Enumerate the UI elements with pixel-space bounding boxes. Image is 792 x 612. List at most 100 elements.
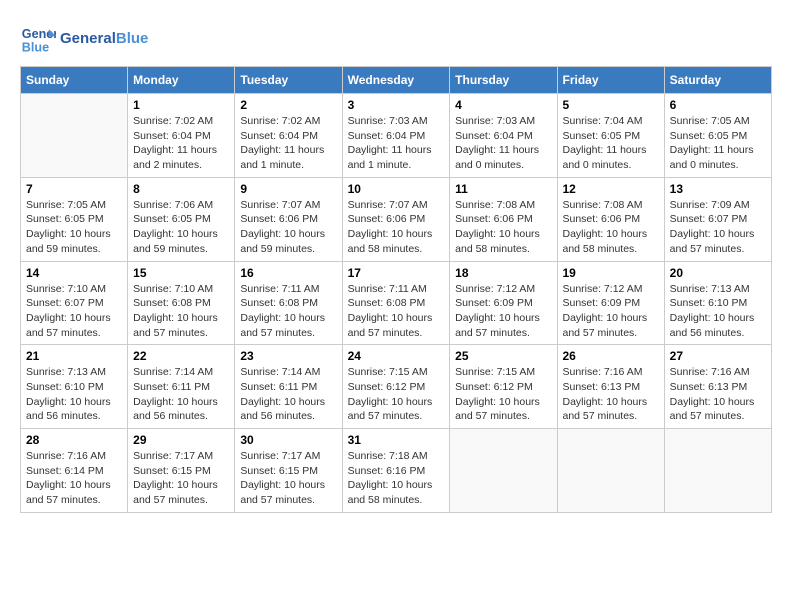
- day-number: 28: [26, 433, 122, 447]
- day-info: Sunrise: 7:12 AMSunset: 6:09 PMDaylight:…: [455, 282, 551, 341]
- day-info: Sunrise: 7:15 AMSunset: 6:12 PMDaylight:…: [348, 365, 445, 424]
- calendar-cell: 15 Sunrise: 7:10 AMSunset: 6:08 PMDayligh…: [128, 261, 235, 345]
- calendar-cell: 27 Sunrise: 7:16 AMSunset: 6:13 PMDayligh…: [664, 345, 771, 429]
- day-info: Sunrise: 7:13 AMSunset: 6:10 PMDaylight:…: [26, 365, 122, 424]
- calendar-cell: [557, 429, 664, 513]
- calendar-cell: 19 Sunrise: 7:12 AMSunset: 6:09 PMDayligh…: [557, 261, 664, 345]
- day-number: 15: [133, 266, 229, 280]
- day-info: Sunrise: 7:03 AMSunset: 6:04 PMDaylight:…: [348, 114, 445, 173]
- calendar-cell: 14 Sunrise: 7:10 AMSunset: 6:07 PMDayligh…: [21, 261, 128, 345]
- day-number: 11: [455, 182, 551, 196]
- calendar-cell: 24 Sunrise: 7:15 AMSunset: 6:12 PMDayligh…: [342, 345, 450, 429]
- calendar-table: SundayMondayTuesdayWednesdayThursdayFrid…: [20, 66, 772, 513]
- day-number: 13: [670, 182, 766, 196]
- logo-text: GeneralBlue: [60, 30, 148, 47]
- calendar-cell: 26Sunrise: 7:16 AMSunset: 6:13 PMDayligh…: [557, 345, 664, 429]
- calendar-cell: [21, 94, 128, 178]
- calendar-cell: 20 Sunrise: 7:13 AMSunset: 6:10 PMDayligh…: [664, 261, 771, 345]
- weekday-header-tuesday: Tuesday: [235, 67, 342, 94]
- day-number: 27: [670, 349, 766, 363]
- day-number: 19: [563, 266, 659, 280]
- day-info: Sunrise: 7:04 AMSunset: 6:05 PMDaylight:…: [563, 114, 659, 173]
- day-info: Sunrise: 7:10 AMSunset: 6:08 PMDaylight:…: [133, 282, 229, 341]
- calendar-cell: 22Sunrise: 7:14 AMSunset: 6:11 PMDayligh…: [128, 345, 235, 429]
- logo-icon: General Blue: [20, 20, 56, 56]
- calendar-cell: [450, 429, 557, 513]
- weekday-header-saturday: Saturday: [664, 67, 771, 94]
- day-info: Sunrise: 7:07 AMSunset: 6:06 PMDaylight:…: [240, 198, 336, 257]
- day-info: Sunrise: 7:06 AMSunset: 6:05 PMDaylight:…: [133, 198, 229, 257]
- day-info: Sunrise: 7:02 AMSunset: 6:04 PMDaylight:…: [240, 114, 336, 173]
- week-row-4: 21 Sunrise: 7:13 AMSunset: 6:10 PMDayligh…: [21, 345, 772, 429]
- day-number: 21: [26, 349, 122, 363]
- day-info: Sunrise: 7:05 AMSunset: 6:05 PMDaylight:…: [670, 114, 766, 173]
- day-info: Sunrise: 7:16 AMSunset: 6:13 PMDaylight:…: [563, 365, 659, 424]
- day-number: 14: [26, 266, 122, 280]
- day-info: Sunrise: 7:11 AMSunset: 6:08 PMDaylight:…: [240, 282, 336, 341]
- day-info: Sunrise: 7:03 AMSunset: 6:04 PMDaylight:…: [455, 114, 551, 173]
- day-info: Sunrise: 7:15 AMSunset: 6:12 PMDaylight:…: [455, 365, 551, 424]
- day-info: Sunrise: 7:12 AMSunset: 6:09 PMDaylight:…: [563, 282, 659, 341]
- day-info: Sunrise: 7:17 AMSunset: 6:15 PMDaylight:…: [240, 449, 336, 508]
- day-info: Sunrise: 7:02 AMSunset: 6:04 PMDaylight:…: [133, 114, 229, 173]
- calendar-cell: 17 Sunrise: 7:11 AMSunset: 6:08 PMDayligh…: [342, 261, 450, 345]
- day-number: 1: [133, 98, 229, 112]
- calendar-cell: 28 Sunrise: 7:16 AMSunset: 6:14 PMDayligh…: [21, 429, 128, 513]
- day-info: Sunrise: 7:13 AMSunset: 6:10 PMDaylight:…: [670, 282, 766, 341]
- day-number: 3: [348, 98, 445, 112]
- week-row-1: 1 Sunrise: 7:02 AMSunset: 6:04 PMDaylight…: [21, 94, 772, 178]
- day-info: Sunrise: 7:14 AMSunset: 6:11 PMDaylight:…: [240, 365, 336, 424]
- calendar-cell: 1 Sunrise: 7:02 AMSunset: 6:04 PMDaylight…: [128, 94, 235, 178]
- day-number: 8: [133, 182, 229, 196]
- day-info: Sunrise: 7:07 AMSunset: 6:06 PMDaylight:…: [348, 198, 445, 257]
- calendar-cell: 6Sunrise: 7:05 AMSunset: 6:05 PMDaylight…: [664, 94, 771, 178]
- day-number: 31: [348, 433, 445, 447]
- week-row-3: 14 Sunrise: 7:10 AMSunset: 6:07 PMDayligh…: [21, 261, 772, 345]
- page-header: General Blue GeneralBlue: [20, 20, 772, 56]
- day-number: 29: [133, 433, 229, 447]
- day-number: 5: [563, 98, 659, 112]
- week-row-5: 28 Sunrise: 7:16 AMSunset: 6:14 PMDayligh…: [21, 429, 772, 513]
- day-info: Sunrise: 7:18 AMSunset: 6:16 PMDaylight:…: [348, 449, 445, 508]
- day-number: 7: [26, 182, 122, 196]
- day-number: 24: [348, 349, 445, 363]
- day-info: Sunrise: 7:16 AMSunset: 6:14 PMDaylight:…: [26, 449, 122, 508]
- day-number: 30: [240, 433, 336, 447]
- weekday-header-monday: Monday: [128, 67, 235, 94]
- day-number: 16: [240, 266, 336, 280]
- calendar-cell: [664, 429, 771, 513]
- calendar-cell: 3 Sunrise: 7:03 AMSunset: 6:04 PMDaylight…: [342, 94, 450, 178]
- calendar-cell: 12Sunrise: 7:08 AMSunset: 6:06 PMDayligh…: [557, 177, 664, 261]
- calendar-cell: 30 Sunrise: 7:17 AMSunset: 6:15 PMDayligh…: [235, 429, 342, 513]
- calendar-cell: 13Sunrise: 7:09 AMSunset: 6:07 PMDayligh…: [664, 177, 771, 261]
- calendar-cell: 31 Sunrise: 7:18 AMSunset: 6:16 PMDayligh…: [342, 429, 450, 513]
- logo: General Blue GeneralBlue: [20, 20, 148, 56]
- calendar-cell: 29 Sunrise: 7:17 AMSunset: 6:15 PMDayligh…: [128, 429, 235, 513]
- day-number: 23: [240, 349, 336, 363]
- weekday-header-thursday: Thursday: [450, 67, 557, 94]
- calendar-cell: 7Sunrise: 7:05 AMSunset: 6:05 PMDaylight…: [21, 177, 128, 261]
- weekday-header-sunday: Sunday: [21, 67, 128, 94]
- week-row-2: 7Sunrise: 7:05 AMSunset: 6:05 PMDaylight…: [21, 177, 772, 261]
- day-info: Sunrise: 7:16 AMSunset: 6:13 PMDaylight:…: [670, 365, 766, 424]
- calendar-cell: 16 Sunrise: 7:11 AMSunset: 6:08 PMDayligh…: [235, 261, 342, 345]
- day-info: Sunrise: 7:14 AMSunset: 6:11 PMDaylight:…: [133, 365, 229, 424]
- calendar-cell: 10Sunrise: 7:07 AMSunset: 6:06 PMDayligh…: [342, 177, 450, 261]
- svg-text:Blue: Blue: [22, 41, 49, 55]
- weekday-header-friday: Friday: [557, 67, 664, 94]
- day-number: 9: [240, 182, 336, 196]
- day-info: Sunrise: 7:10 AMSunset: 6:07 PMDaylight:…: [26, 282, 122, 341]
- day-number: 18: [455, 266, 551, 280]
- calendar-cell: 18 Sunrise: 7:12 AMSunset: 6:09 PMDayligh…: [450, 261, 557, 345]
- day-info: Sunrise: 7:17 AMSunset: 6:15 PMDaylight:…: [133, 449, 229, 508]
- calendar-cell: 4Sunrise: 7:03 AMSunset: 6:04 PMDaylight…: [450, 94, 557, 178]
- day-info: Sunrise: 7:11 AMSunset: 6:08 PMDaylight:…: [348, 282, 445, 341]
- calendar-cell: 21 Sunrise: 7:13 AMSunset: 6:10 PMDayligh…: [21, 345, 128, 429]
- day-number: 12: [563, 182, 659, 196]
- calendar-cell: 23 Sunrise: 7:14 AMSunset: 6:11 PMDayligh…: [235, 345, 342, 429]
- weekday-header-row: SundayMondayTuesdayWednesdayThursdayFrid…: [21, 67, 772, 94]
- day-number: 20: [670, 266, 766, 280]
- calendar-cell: 9 Sunrise: 7:07 AMSunset: 6:06 PMDaylight…: [235, 177, 342, 261]
- day-number: 17: [348, 266, 445, 280]
- calendar-cell: 5 Sunrise: 7:04 AMSunset: 6:05 PMDaylight…: [557, 94, 664, 178]
